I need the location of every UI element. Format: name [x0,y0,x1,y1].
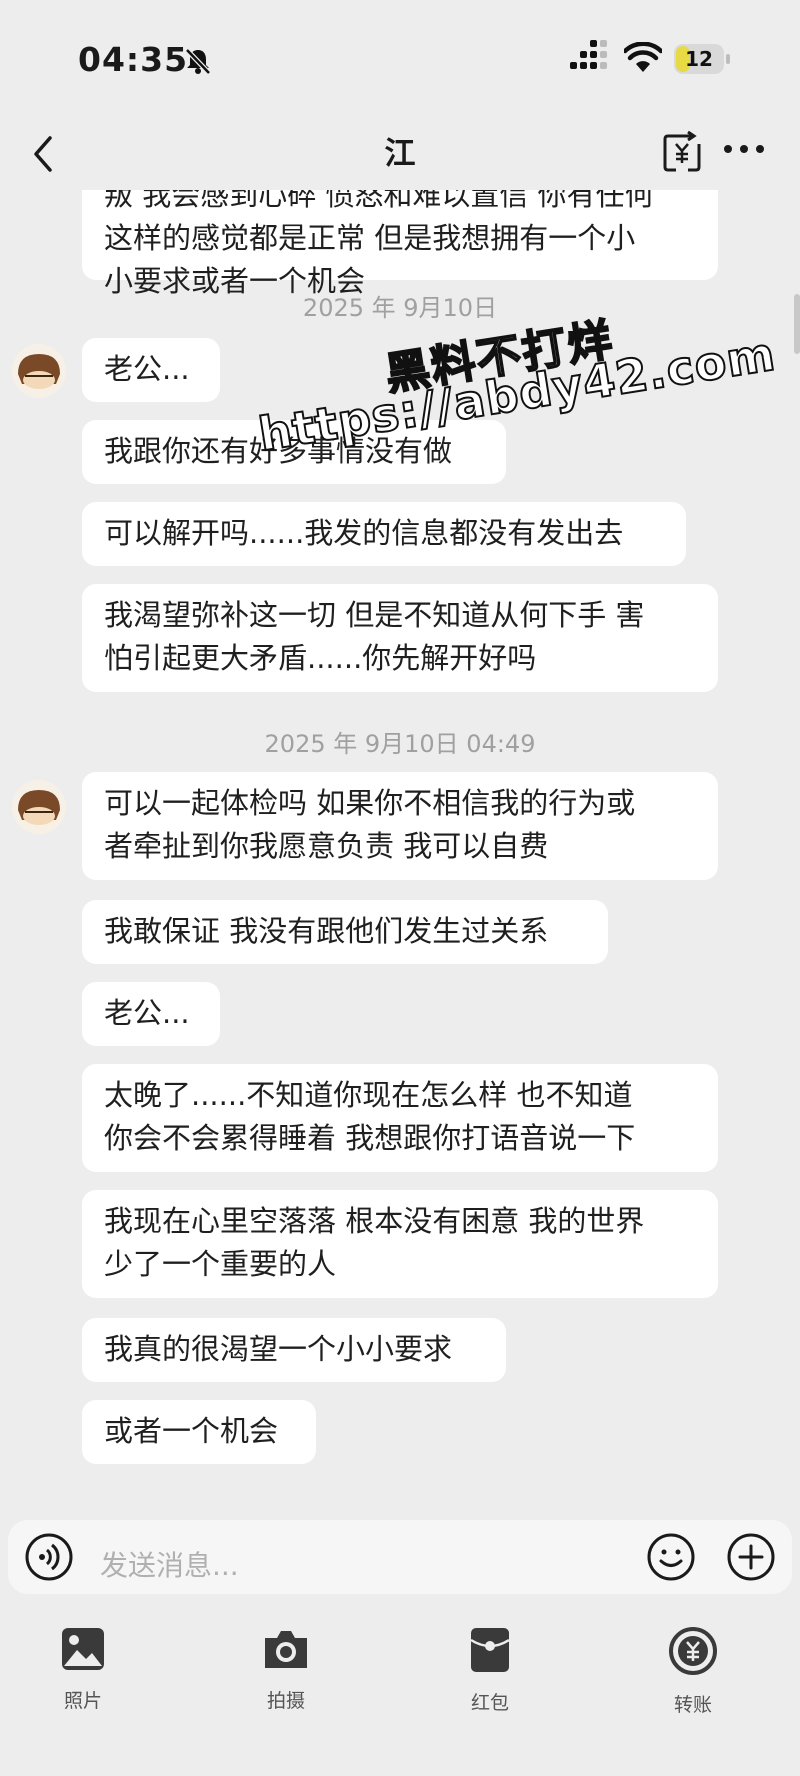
status-bar: 04:35 12 [0,0,800,120]
photo-icon [62,1628,104,1670]
camera-label: 拍摄 [266,1690,305,1712]
message-line: 怕引起更大矛盾......你先解开好吗 [104,641,537,675]
avatar[interactable] [12,780,66,834]
message-line: 我敢保证 我没有跟他们发生过关系 [104,914,549,948]
wifi-icon [624,42,662,72]
scrollbar-thumb[interactable] [794,294,800,354]
red-packet-icon [470,1628,510,1672]
message-timestamp: 2025 年 9月10日 [302,294,498,322]
avatar-cartoon-icon [18,354,60,389]
message-line: 我真的很渴望一个小小要求 [104,1332,453,1366]
avatar[interactable] [12,344,66,398]
voice-icon[interactable] [24,1532,74,1582]
message-line: 太晚了......不知道你现在怎么样 也不知道 [104,1078,633,1112]
message-input-bar: 发送消息... [0,1510,800,1602]
message-bubble[interactable]: 我真的很渴望一个小小要求 [82,1318,506,1382]
message-line: 我跟你还有好多事情没有做 [104,434,453,468]
message-line: 少了一个重要的人 [104,1247,337,1281]
message-line: 这样的感觉都是正常 但是我想拥有一个小 [104,221,636,255]
message-line: 或者一个机会 [104,1414,279,1448]
camera-icon [265,1631,307,1668]
photo-button[interactable]: 照片 [23,1626,143,1713]
transfer-money-icon[interactable] [662,130,702,176]
message-line: 者牵扯到你我愿意负责 我可以自费 [104,829,549,863]
red-packet-button[interactable]: 红包 [430,1626,550,1715]
battery-nub [726,54,730,64]
photo-label: 照片 [63,1690,102,1712]
message-line: 老公... [104,996,190,1030]
message-line: 可以解开吗......我发的信息都没有发出去 [104,516,624,550]
status-time: 04:35 [78,40,189,79]
message-list[interactable]: 叛 我会感到心碎 愤怒和难以置信 你有任何 这样的感觉都是正常 但是我想拥有一个… [0,190,800,1510]
message-bubble[interactable]: 太晚了......不知道你现在怎么样 也不知道 你会不会累得睡着 我想跟你打语音… [82,1064,718,1172]
bell-muted-icon [185,48,211,75]
message-bubble[interactable]: 可以解开吗......我发的信息都没有发出去 [82,502,686,566]
message-line: 叛 我会感到心碎 愤怒和难以置信 你有任何 [104,190,654,212]
red-packet-label: 红包 [470,1692,509,1714]
plus-icon[interactable] [726,1532,776,1582]
message-bubble[interactable]: 可以一起体检吗 如果你不相信我的行为或 者牵扯到你我愿意负责 我可以自费 [82,772,718,880]
transfer-label: 转账 [673,1694,712,1716]
input-placeholder: 发送消息... [100,1549,239,1582]
message-bubble[interactable]: 叛 我会感到心碎 愤怒和难以置信 你有任何 这样的感觉都是正常 但是我想拥有一个… [82,190,718,298]
emoji-icon[interactable] [646,1532,696,1582]
message-timestamp: 2025 年 9月10日 04:49 [264,730,536,758]
message-bubble[interactable]: 我现在心里空落落 根本没有困意 我的世界 少了一个重要的人 [82,1190,718,1298]
message-bubble[interactable]: 我跟你还有好多事情没有做 [82,420,506,484]
more-options-icon[interactable] [724,142,768,156]
avatar-cartoon-icon [18,790,60,825]
message-bubble[interactable]: 或者一个机会 [82,1400,316,1464]
message-line: 我渴望弥补这一切 但是不知道从何下手 害 [104,598,645,632]
battery-level: 12 [685,47,713,71]
message-line: 你会不会累得睡着 我想跟你打语音说一下 [104,1121,636,1155]
bottom-toolbar: 照片 拍摄 红包 转账 [0,1602,800,1776]
message-bubble[interactable]: 老公... [82,338,220,402]
message-bubble[interactable]: 我敢保证 我没有跟他们发生过关系 [82,900,608,964]
message-line: 我现在心里空落落 根本没有困意 我的世界 [104,1204,645,1238]
message-bubble[interactable]: 我渴望弥补这一切 但是不知道从何下手 害 怕引起更大矛盾......你先解开好吗 [82,584,718,692]
transfer-button[interactable]: 转账 [633,1626,753,1717]
camera-button[interactable]: 拍摄 [226,1626,346,1713]
message-line: 可以一起体检吗 如果你不相信我的行为或 [104,786,636,820]
transfer-icon [669,1627,717,1675]
chat-header: 江 [0,120,800,190]
battery-indicator: 12 [674,44,724,74]
message-bubble[interactable]: 老公... [82,982,220,1046]
message-line: 老公... [104,352,190,386]
